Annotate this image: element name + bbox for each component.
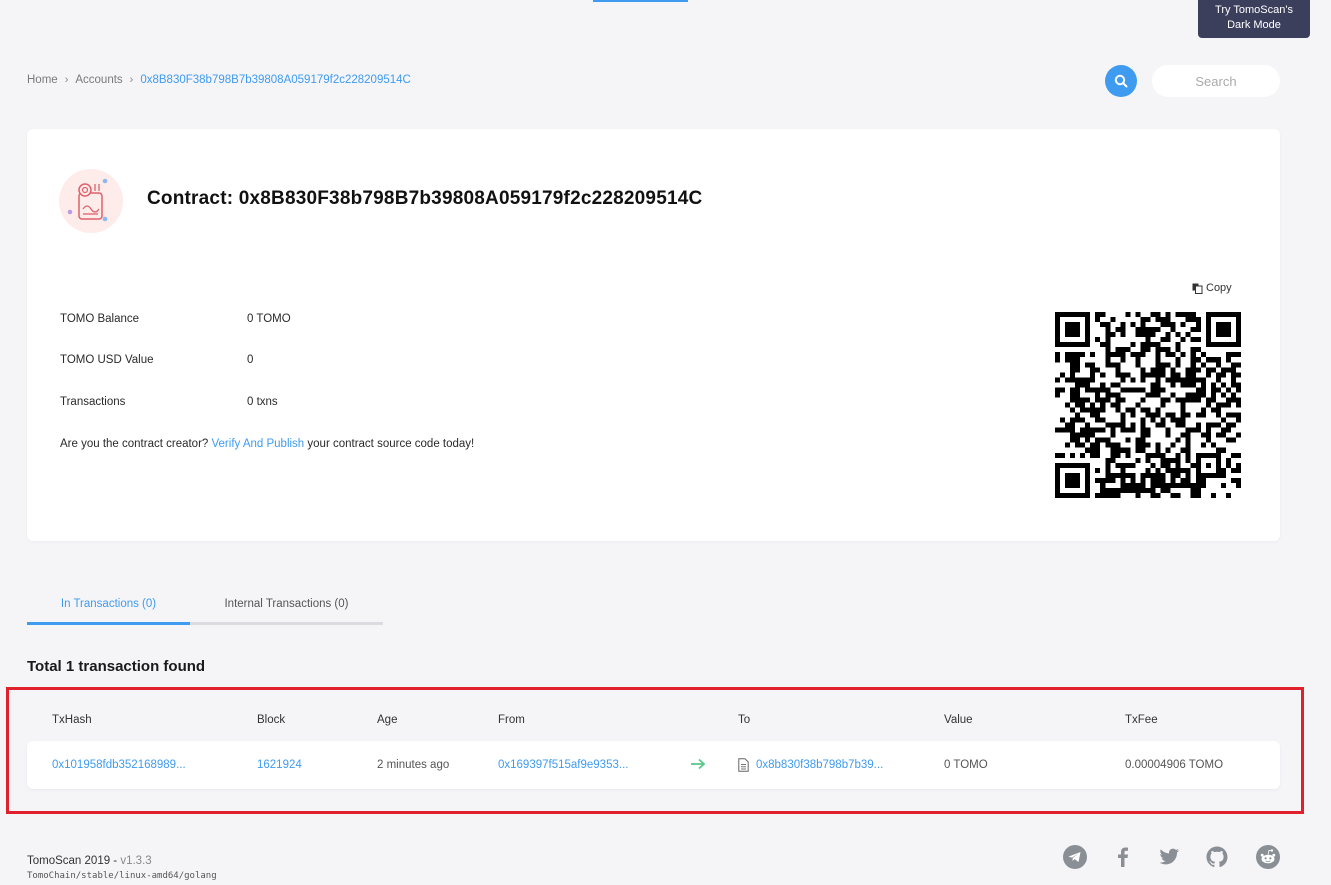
info-label: Transactions <box>60 396 126 408</box>
verify-prompt: Are you the contract creator? Verify And… <box>60 438 474 450</box>
search-input[interactable] <box>1152 65 1280 97</box>
info-value: 0 txns <box>247 396 278 408</box>
tx-fee: 0.00004906 TOMO <box>1125 759 1224 771</box>
tab-in-transactions[interactable]: In Transactions (0) <box>27 585 190 625</box>
twitter-icon[interactable] <box>1157 845 1181 869</box>
footer-brand: TomoScan 2019 - <box>27 855 121 867</box>
info-row-transactions: Transactions 0 txns <box>60 396 278 408</box>
contract-icon <box>67 178 108 222</box>
table-row <box>27 741 1280 789</box>
info-row-usd-value: TOMO USD Value 0 <box>60 354 253 366</box>
tx-age: 2 minutes ago <box>377 759 450 771</box>
column-header-block: Block <box>257 714 286 726</box>
info-label: TOMO Balance <box>60 313 140 325</box>
column-header-txfee: TxFee <box>1125 714 1158 726</box>
contract-overview-card: Contract: 0x8B830F38b798B7b39808A059179f… <box>27 129 1280 541</box>
block-link[interactable]: 1621924 <box>257 759 302 771</box>
github-icon[interactable] <box>1205 845 1229 869</box>
info-row-balance: TOMO Balance 0 TOMO <box>60 313 291 325</box>
contract-document-icon <box>738 758 749 772</box>
breadcrumb-home[interactable]: Home <box>27 74 58 86</box>
column-header-to: To <box>738 714 751 726</box>
verify-suffix: your contract source code today! <box>304 438 475 450</box>
tab-internal-transactions[interactable]: Internal Transactions (0) <box>190 585 383 622</box>
info-label: TOMO USD Value <box>60 354 154 366</box>
search-icon <box>1114 74 1128 88</box>
txhash-link[interactable]: 0x101958fdb352168989... <box>52 759 186 771</box>
facebook-icon[interactable] <box>1111 845 1135 869</box>
chevron-right-icon: › <box>129 74 134 86</box>
from-address-link[interactable]: 0x169397f515af9e9353... <box>498 759 628 771</box>
verify-publish-link[interactable]: Verify And Publish <box>212 438 305 450</box>
transaction-tabs: In Transactions (0) Internal Transaction… <box>27 585 383 625</box>
footer-title: TomoScan 2019 - v1.3.3 <box>27 855 152 867</box>
copy-label: Copy <box>1206 282 1232 294</box>
column-header-value: Value <box>944 714 973 726</box>
contract-avatar <box>59 169 123 233</box>
top-nav-indicator <box>593 0 688 2</box>
breadcrumb-accounts[interactable]: Accounts <box>75 74 122 86</box>
to-address-link[interactable]: 0x8b830f38b798b7b39... <box>756 759 883 771</box>
column-header-from: From <box>498 714 525 726</box>
chevron-right-icon: › <box>64 74 69 86</box>
verify-prefix: Are you the contract creator? <box>60 438 212 450</box>
column-header-txhash: TxHash <box>52 714 92 726</box>
total-transactions-label: Total 1 transaction found <box>27 658 206 675</box>
info-value: 0 <box>247 354 254 366</box>
reddit-icon[interactable] <box>1256 845 1280 869</box>
copy-icon <box>1192 283 1203 294</box>
info-value: 0 TOMO <box>247 313 291 325</box>
search-button[interactable] <box>1105 65 1137 97</box>
breadcrumb: Home › Accounts › 0x8B830F38b798B7b39808… <box>27 74 411 86</box>
column-header-age: Age <box>377 714 398 726</box>
dark-mode-button[interactable]: Try TomoScan's Dark Mode <box>1198 0 1310 38</box>
breadcrumb-current: 0x8B830F38b798B7b39808A059179f2c22820951… <box>140 74 411 86</box>
copy-button[interactable]: Copy <box>1192 282 1232 294</box>
tx-value: 0 TOMO <box>944 759 988 771</box>
contract-title: Contract: 0x8B830F38b798B7b39808A059179f… <box>147 188 703 209</box>
footer-build-info: TomoChain/stable/linux-amd64/golang <box>27 871 217 881</box>
arrow-right-icon <box>691 758 706 770</box>
footer-version: v1.3.3 <box>120 855 152 867</box>
telegram-icon[interactable] <box>1063 845 1087 869</box>
address-qr-code <box>1055 312 1241 498</box>
dark-mode-label: Try TomoScan's Dark Mode <box>1215 4 1293 31</box>
